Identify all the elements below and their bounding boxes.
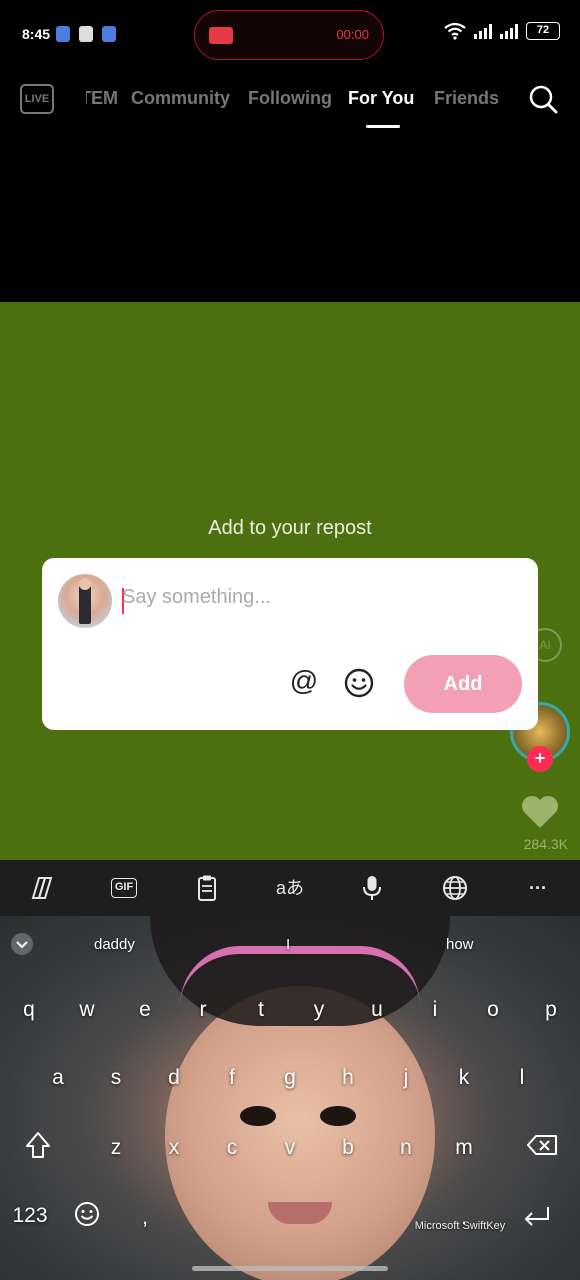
user-avatar — [58, 574, 112, 628]
tab-friends[interactable]: Friends — [434, 88, 499, 109]
key-w[interactable]: w — [67, 998, 107, 1022]
repost-comment-input[interactable] — [122, 586, 422, 609]
mic-icon[interactable] — [357, 874, 387, 902]
key-g[interactable]: g — [270, 1066, 310, 1090]
recording-timer: 00:00 — [336, 27, 369, 42]
key-p[interactable]: p — [531, 998, 571, 1022]
key-s[interactable]: s — [96, 1066, 136, 1090]
tab-following[interactable]: Following — [248, 88, 332, 109]
space-bar[interactable]: Microsoft SwiftKey — [170, 1196, 505, 1242]
like-count: 284.3K — [523, 836, 568, 852]
key-i[interactable]: i — [415, 998, 455, 1022]
mention-icon[interactable]: @ — [288, 666, 320, 698]
more-icon[interactable]: ··· — [523, 874, 553, 902]
video-camera-icon — [209, 27, 233, 44]
translate-icon[interactable]: aあ — [272, 874, 308, 902]
emoji-key-icon[interactable] — [74, 1201, 100, 1227]
tab-community[interactable]: Community — [131, 88, 230, 109]
key-n[interactable]: n — [386, 1136, 426, 1160]
signal-icon — [474, 23, 492, 39]
clipboard-icon[interactable] — [192, 874, 222, 902]
tab-tem[interactable]: TEM — [86, 88, 118, 109]
keyboard-toolbar: GIF aあ ··· — [0, 860, 580, 916]
key-k[interactable]: k — [444, 1066, 484, 1090]
key-r[interactable]: r — [183, 998, 223, 1022]
suggestion-how[interactable]: how — [446, 936, 474, 953]
key-v[interactable]: v — [270, 1136, 310, 1160]
follow-plus-icon[interactable]: + — [527, 746, 553, 772]
period-key[interactable]: . — [444, 1206, 484, 1230]
tab-for-you[interactable]: For You — [348, 88, 414, 109]
suggestion-daddy[interactable]: daddy — [94, 936, 135, 953]
repost-title: Add to your repost — [208, 517, 372, 539]
repost-comment-card: @ Add — [42, 558, 538, 730]
key-f[interactable]: f — [212, 1066, 252, 1090]
key-y[interactable]: y — [299, 998, 339, 1022]
key-d[interactable]: d — [154, 1066, 194, 1090]
backspace-icon[interactable] — [526, 1134, 558, 1156]
key-u[interactable]: u — [357, 998, 397, 1022]
home-indicator[interactable] — [192, 1266, 388, 1271]
globe-icon[interactable] — [440, 874, 470, 902]
keyboard-brand-label: Microsoft SwiftKey — [414, 1220, 506, 1232]
key-z[interactable]: z — [96, 1136, 136, 1160]
signal-icon — [500, 23, 518, 39]
active-tab-indicator — [366, 125, 400, 128]
key-a[interactable]: a — [38, 1066, 78, 1090]
heart-icon[interactable] — [520, 794, 560, 830]
top-navigation: LIVE TEM Community Following For You Fri… — [0, 78, 580, 128]
search-icon[interactable] — [528, 84, 558, 114]
key-j[interactable]: j — [386, 1066, 426, 1090]
battery-icon: 72 — [526, 22, 560, 40]
key-h[interactable]: h — [328, 1066, 368, 1090]
status-bar: 8:45 00:00 72 — [0, 0, 580, 70]
key-l[interactable]: l — [502, 1066, 542, 1090]
app-notification-icon — [102, 26, 116, 42]
app-notification-icon — [79, 26, 93, 42]
key-b[interactable]: b — [328, 1136, 368, 1160]
emoji-icon[interactable] — [344, 668, 374, 698]
key-x[interactable]: x — [154, 1136, 194, 1160]
key-t[interactable]: t — [241, 998, 281, 1022]
add-button[interactable]: Add — [404, 655, 522, 713]
key-m[interactable]: m — [444, 1136, 484, 1160]
keyboard: daddy I how q w e r t y u i o p a s d f … — [0, 916, 580, 1280]
gif-icon[interactable]: GIF — [111, 878, 137, 898]
key-c[interactable]: c — [212, 1136, 252, 1160]
collapse-suggestions-icon[interactable] — [10, 932, 34, 956]
wifi-icon — [444, 22, 466, 40]
copilot-icon[interactable] — [27, 874, 57, 902]
screen-recording-indicator[interactable]: 00:00 — [194, 10, 384, 60]
live-icon[interactable]: LIVE — [20, 84, 54, 114]
key-o[interactable]: o — [473, 998, 513, 1022]
enter-icon[interactable] — [522, 1204, 552, 1228]
comma-key[interactable]: , — [125, 1206, 165, 1230]
key-q[interactable]: q — [9, 998, 49, 1022]
clock: 8:45 — [22, 26, 51, 42]
shift-icon[interactable] — [24, 1130, 52, 1160]
numbers-key[interactable]: 123 — [8, 1204, 52, 1228]
key-e[interactable]: e — [125, 998, 165, 1022]
suggestion-i[interactable]: I — [286, 936, 290, 953]
app-notification-icon — [56, 26, 70, 42]
